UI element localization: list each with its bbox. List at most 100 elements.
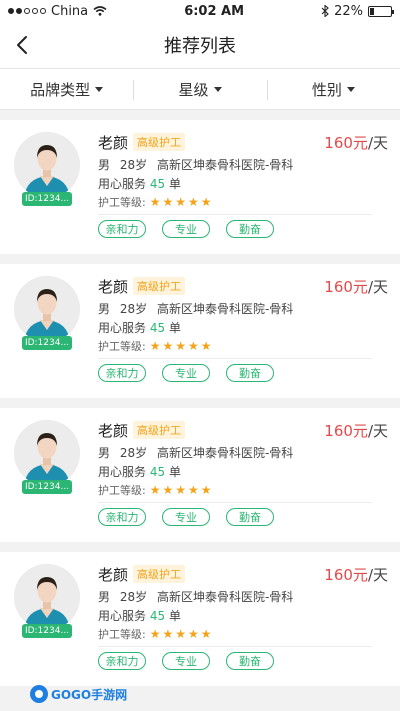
skill-tag[interactable]: 亲和力: [98, 652, 146, 670]
level-badge: 高级护工: [133, 421, 185, 439]
price: 160元/天: [324, 276, 388, 297]
star-icon: ★: [175, 483, 187, 497]
caregiver-card[interactable]: ID:1234... 老颜 高级护工 160元/天 男 28岁 高新区坤泰骨科医…: [0, 264, 400, 398]
service-count: 45: [149, 465, 166, 479]
service-suffix: 单: [168, 177, 181, 191]
divider: [98, 214, 372, 215]
star-icon: ★: [162, 339, 174, 353]
caret-down-icon: [213, 86, 222, 92]
tag-list: 亲和力 专业 勤奋: [98, 508, 274, 526]
nurse-avatar-icon: [14, 420, 80, 486]
level-badge: 高级护工: [133, 277, 185, 295]
avatar-wrap: ID:1234...: [14, 132, 80, 208]
rating-stars: ★ ★ ★ ★ ★: [150, 196, 212, 208]
status-left: China: [8, 4, 107, 19]
rating-stars: ★ ★ ★ ★ ★: [150, 340, 212, 352]
watermark: GOGO手游网: [30, 685, 127, 703]
avatar-wrap: ID:1234...: [14, 276, 80, 352]
caret-down-icon: [346, 86, 355, 92]
filter-bar: 品牌类型 星级 性别: [0, 68, 400, 110]
tag-list: 亲和力 专业 勤奋: [98, 652, 274, 670]
avatar-wrap: ID:1234...: [14, 420, 80, 496]
location: 高新区坤泰骨科医院-骨科: [156, 590, 294, 604]
age: 28岁: [119, 158, 148, 172]
filter-star-level[interactable]: 星级: [133, 69, 266, 109]
battery-icon: [368, 5, 394, 17]
avatar-wrap: ID:1234...: [14, 564, 80, 640]
filter-gender[interactable]: 性别: [266, 69, 400, 109]
carrier-label: China: [51, 3, 89, 19]
rating-label: 护工等级:: [98, 340, 146, 353]
price: 160元/天: [324, 132, 388, 153]
caregiver-name: 老颜: [98, 278, 129, 296]
service-suffix: 单: [168, 465, 181, 479]
avatar: [14, 420, 80, 486]
caregiver-info: 男 28岁 高新区坤泰骨科医院-骨科: [98, 156, 299, 173]
skill-tag[interactable]: 专业: [162, 652, 210, 670]
caregiver-card[interactable]: ID:1234... 老颜 高级护工 160元/天 男 28岁 高新区坤泰骨科医…: [0, 408, 400, 542]
star-icon: ★: [188, 195, 199, 209]
back-button[interactable]: [10, 33, 34, 57]
tag-list: 亲和力 专业 勤奋: [98, 364, 274, 382]
star-icon: ★: [149, 195, 161, 209]
skill-tag[interactable]: 专业: [162, 508, 210, 526]
divider: [98, 502, 372, 503]
price-unit: /天: [367, 422, 388, 440]
star-icon: ★: [149, 339, 161, 353]
star-icon: ★: [149, 483, 161, 497]
battery-level-fill: [370, 7, 375, 15]
skill-tag[interactable]: 勤奋: [226, 364, 274, 382]
service-count-line: 用心服务 45 单: [98, 175, 181, 192]
caregiver-card[interactable]: ID:1234... 老颜 高级护工 160元/天 男 28岁 高新区坤泰骨科医…: [0, 120, 400, 254]
skill-tag[interactable]: 勤奋: [226, 220, 274, 238]
caregiver-id-badge: ID:1234...: [22, 480, 72, 494]
caregiver-id-badge: ID:1234...: [22, 336, 72, 350]
caregiver-name: 老颜: [98, 566, 129, 584]
avatar: [14, 564, 80, 630]
service-count: 45: [149, 177, 166, 191]
status-right: 22%: [321, 4, 394, 19]
caregiver-info: 男 28岁 高新区坤泰骨科医院-骨科: [98, 588, 299, 605]
skill-tag[interactable]: 专业: [162, 220, 210, 238]
signal-icon: [8, 8, 46, 14]
service-count: 45: [149, 321, 166, 335]
service-prefix: 用心服务: [98, 177, 147, 191]
service-suffix: 单: [168, 609, 181, 623]
star-icon: ★: [188, 339, 199, 353]
price-amount: 160元: [324, 566, 368, 584]
rating-label: 护工等级:: [98, 628, 146, 641]
caregiver-id-badge: ID:1234...: [22, 192, 72, 206]
service-count-line: 用心服务 45 单: [98, 463, 181, 480]
gender: 男: [98, 446, 111, 460]
avatar: [14, 132, 80, 198]
caregiver-name: 老颜: [98, 134, 129, 152]
wifi-icon: [93, 6, 107, 16]
caregiver-card[interactable]: ID:1234... 老颜 高级护工 160元/天 男 28岁 高新区坤泰骨科医…: [0, 552, 400, 686]
skill-tag[interactable]: 亲和力: [98, 220, 146, 238]
tag-list: 亲和力 专业 勤奋: [98, 220, 274, 238]
skill-tag[interactable]: 亲和力: [98, 364, 146, 382]
watermark-logo-icon: [30, 685, 48, 703]
level-badge: 高级护工: [133, 133, 185, 151]
status-bar: China 6:02 AM 22%: [0, 0, 400, 22]
caregiver-id-badge: ID:1234...: [22, 624, 72, 638]
caregiver-info: 男 28岁 高新区坤泰骨科医院-骨科: [98, 444, 299, 461]
gender: 男: [98, 302, 111, 316]
divider: [98, 646, 372, 647]
page-title: 推荐列表: [164, 36, 236, 57]
service-count-line: 用心服务 45 单: [98, 319, 181, 336]
location: 高新区坤泰骨科医院-骨科: [156, 302, 294, 316]
skill-tag[interactable]: 勤奋: [226, 652, 274, 670]
skill-tag[interactable]: 亲和力: [98, 508, 146, 526]
service-count: 45: [149, 609, 166, 623]
caregiver-list: ID:1234... 老颜 高级护工 160元/天 男 28岁 高新区坤泰骨科医…: [0, 110, 400, 686]
skill-tag[interactable]: 勤奋: [226, 508, 274, 526]
skill-tag[interactable]: 专业: [162, 364, 210, 382]
nurse-avatar-icon: [14, 276, 80, 342]
navbar: 推荐列表: [0, 22, 400, 68]
star-icon: ★: [200, 195, 212, 209]
location: 高新区坤泰骨科医院-骨科: [156, 158, 294, 172]
filter-brand-type[interactable]: 品牌类型: [0, 69, 133, 109]
service-prefix: 用心服务: [98, 465, 147, 479]
price: 160元/天: [324, 420, 388, 441]
